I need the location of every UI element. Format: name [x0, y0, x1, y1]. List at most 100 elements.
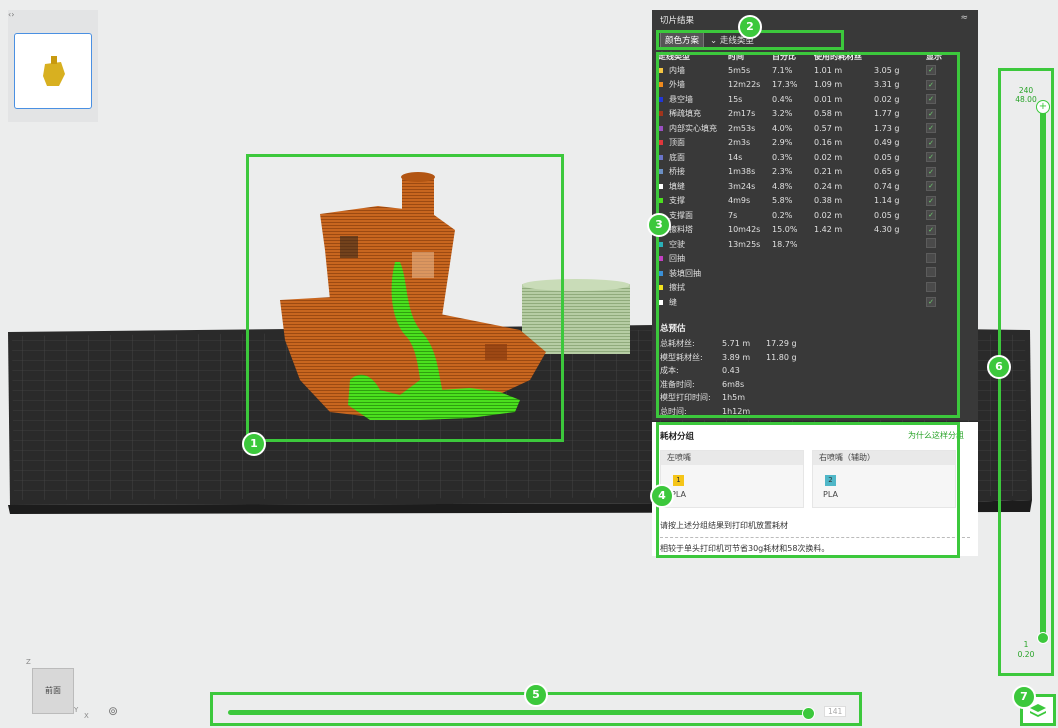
line-type-percent: 5.8% [772, 196, 793, 206]
view-cube[interactable]: Z 前面 Y X [22, 658, 89, 720]
layer-slider-track[interactable] [1040, 102, 1046, 640]
color-scheme-label: 颜色方案 [660, 32, 705, 48]
line-type-time: 10m42s [728, 225, 761, 235]
show-checkbox[interactable]: ✓ [926, 181, 936, 192]
benchy-model [280, 172, 546, 420]
show-checkbox[interactable]: ✓ [926, 108, 936, 119]
axis-x-label: X [84, 712, 89, 720]
line-type-percent [772, 266, 814, 281]
line-type-name-cell: 缝 [658, 295, 728, 310]
line-type-weight: 1.14 g [874, 196, 900, 206]
show-checkbox[interactable]: ✓ [926, 152, 936, 163]
line-type-show-cell: ✓ [926, 295, 966, 310]
col-used: 使用的耗材丝 [814, 52, 862, 61]
line-type-row: 擦拭 [658, 281, 966, 296]
line-type-percent [772, 281, 814, 296]
line-type-weight: 0.65 g [874, 167, 900, 177]
show-checkbox[interactable]: ✓ [926, 224, 936, 235]
fit-view-icon[interactable]: ⊚ [108, 704, 126, 722]
line-type-length [814, 281, 874, 296]
line-type-name: 擦拭 [669, 283, 685, 293]
line-type-percent: 4.0% [772, 123, 793, 133]
line-type-swatch [658, 96, 663, 102]
line-type-percent: 18.7% [772, 239, 798, 249]
line-type-time: 1m38s [728, 167, 756, 177]
summary-label: 成本: [660, 366, 679, 375]
line-type-name-cell: 稀疏填充 [658, 107, 728, 122]
line-type-time [728, 295, 772, 310]
left-filament-chip[interactable]: 1 [673, 475, 684, 486]
bottom-layer-height: 0.20 [1017, 650, 1035, 659]
line-type-name-cell: 支撑 [658, 194, 728, 209]
line-type-name: 外墙 [669, 80, 685, 90]
line-type-weight [874, 295, 926, 310]
front-face[interactable]: 前面 [32, 668, 74, 714]
line-type-time: 13m25s [728, 239, 761, 249]
show-checkbox[interactable]: ✓ [926, 210, 936, 221]
line-type-show-cell: ✓ [926, 136, 966, 151]
show-checkbox[interactable] [926, 267, 936, 278]
line-type-weight: 0.05 g [874, 152, 900, 162]
line-type-name-cell: 底面 [658, 150, 728, 165]
line-type-name: 内墙 [669, 65, 685, 75]
show-checkbox[interactable] [926, 281, 936, 292]
line-type-time: 2m3s [728, 138, 751, 148]
show-checkbox[interactable] [926, 238, 936, 249]
collapse-icon[interactable]: ≈ [960, 13, 968, 23]
line-type-time: 12m22s [728, 80, 761, 90]
summary-value-1: 1h5m [722, 393, 746, 402]
summary-value-1: 5.71 m [722, 339, 751, 348]
line-type-name-cell: 外墙 [658, 78, 728, 93]
annotation-badge-filament-grouping: 4 [650, 484, 674, 508]
line-type-length: 1.09 m [814, 80, 843, 90]
line-type-swatch [658, 256, 663, 262]
line-type-name-cell: 空驶 [658, 237, 728, 252]
line-type-percent [772, 252, 814, 267]
line-type-percent: 0.4% [772, 94, 793, 104]
line-type-weight: 1.77 g [874, 109, 900, 119]
move-slider-value: 141 [824, 706, 847, 717]
line-type-weight: 1.73 g [874, 123, 900, 133]
line-type-swatch [658, 198, 663, 204]
move-slider-track[interactable] [228, 710, 814, 715]
slice-result-panel: 切片结果 ≈ 颜色方案 ⌄ 走线类型 走线类型 时间 百分比 使用的耗材丝 显示… [652, 10, 978, 420]
plate-thumbnail[interactable] [14, 33, 92, 109]
show-checkbox[interactable]: ✓ [926, 297, 936, 308]
line-type-row: 顶面 2m3s 2.9% 0.16 m 0.49 g ✓ [658, 136, 966, 151]
top-handle-plus-icon[interactable]: + [1036, 100, 1050, 114]
line-type-show-cell [926, 281, 966, 296]
line-type-swatch [658, 183, 663, 189]
right-filament-chip[interactable]: 2 [825, 475, 836, 486]
line-type-name: 悬空墙 [669, 94, 693, 104]
show-checkbox[interactable]: ✓ [926, 94, 936, 105]
summary-value-2: 11.80 g [766, 352, 797, 362]
line-type-percent: 15.0% [772, 225, 798, 235]
summary-label: 总时间: [660, 406, 687, 416]
line-type-name-cell: 内部实心填充 [658, 121, 728, 136]
line-type-swatch [658, 67, 663, 73]
line-type-name: 内部实心填充 [669, 123, 717, 133]
show-checkbox[interactable]: ✓ [926, 123, 936, 134]
summary-value-1: 0.43 [722, 366, 740, 375]
summary-row: 模型打印时间: 1h5m [660, 392, 766, 403]
show-checkbox[interactable]: ✓ [926, 79, 936, 90]
line-type-name: 底面 [669, 152, 685, 162]
line-type-percent: 0.3% [772, 152, 793, 162]
line-type-show-cell: ✓ [926, 194, 966, 209]
line-type-name: 桥接 [669, 167, 685, 177]
show-checkbox[interactable] [926, 252, 936, 263]
why-grouping-link[interactable]: 为什么这样分组 [908, 430, 964, 441]
line-type-swatch [658, 169, 663, 175]
show-checkbox[interactable]: ✓ [926, 137, 936, 148]
show-checkbox[interactable]: ✓ [926, 65, 936, 76]
show-checkbox[interactable]: ✓ [926, 195, 936, 206]
line-type-weight [874, 266, 926, 281]
thumbnail-toggle-icon[interactable]: ‹› [8, 10, 14, 19]
line-type-row: 内部实心填充 2m53s 4.0% 0.57 m 1.73 g ✓ [658, 121, 966, 136]
move-slider-handle[interactable] [802, 707, 815, 720]
line-type-name: 擦料塔 [669, 225, 693, 235]
line-type-show-cell: ✓ [926, 179, 966, 194]
col-percent: 百分比 [772, 52, 796, 61]
line-type-show-cell: ✓ [926, 63, 966, 78]
show-checkbox[interactable]: ✓ [926, 166, 936, 177]
